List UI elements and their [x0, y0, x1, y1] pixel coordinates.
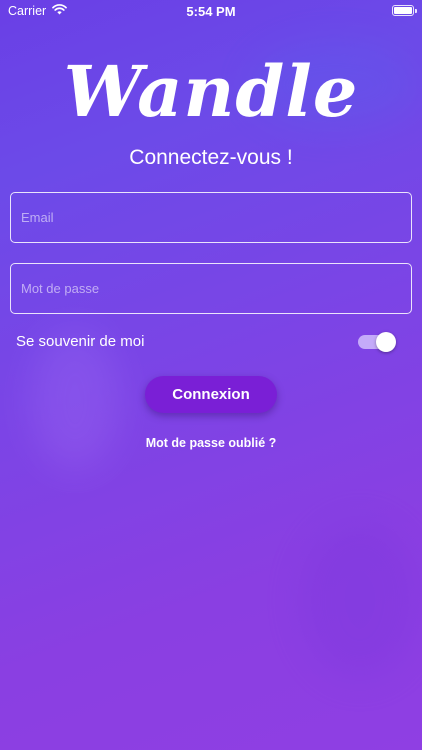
status-time: 5:54 PM: [186, 4, 236, 19]
battery-icon: [392, 5, 417, 16]
remember-me-label: Se souvenir de moi: [16, 333, 145, 350]
login-title: Connectez-vous !: [129, 146, 293, 169]
email-field[interactable]: [10, 192, 412, 243]
forgot-password-link[interactable]: Mot de passe oublié ?: [0, 436, 422, 450]
status-bar: Carrier 5:54 PM: [0, 0, 422, 24]
background-texture: [300, 520, 420, 680]
remember-me-toggle[interactable]: [358, 332, 396, 352]
password-field[interactable]: [10, 263, 412, 314]
login-button[interactable]: Connexion: [145, 376, 277, 413]
toggle-knob: [376, 332, 396, 352]
app-logo: Wandle: [63, 50, 359, 133]
